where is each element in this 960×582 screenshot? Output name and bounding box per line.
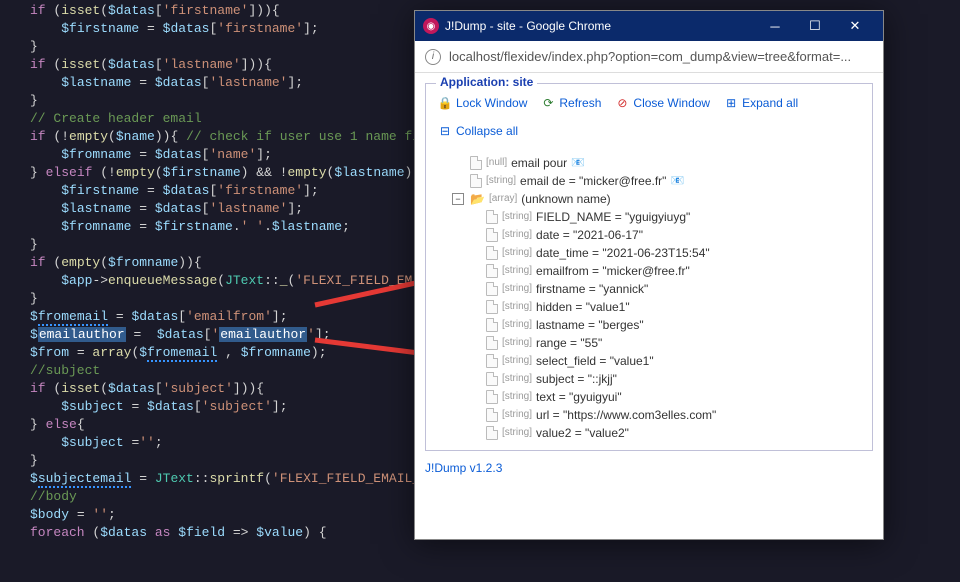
dump-toolbar: 🔒Lock Window ⟳Refresh ⊘Close Window ⊞Exp… <box>434 92 864 148</box>
file-icon <box>486 300 498 314</box>
file-icon <box>470 156 482 170</box>
tree-children: [string]FIELD_NAME = "yguigyiuyg"[string… <box>452 208 864 442</box>
version-link[interactable]: J!Dump v1.2.3 <box>425 461 873 475</box>
lock-window-link[interactable]: 🔒Lock Window <box>438 96 527 110</box>
collapse-icon: ⊟ <box>438 124 452 138</box>
file-icon <box>486 264 498 278</box>
refresh-link[interactable]: ⟳Refresh <box>541 96 601 110</box>
tree-node-string[interactable]: [string]select_field = "value1" <box>486 352 864 370</box>
close-window-link[interactable]: ⊘Close Window <box>615 96 710 110</box>
file-icon <box>486 390 498 404</box>
envelope-icon: 📧 <box>670 172 684 190</box>
file-icon <box>486 354 498 368</box>
file-icon <box>486 210 498 224</box>
tree-node-string[interactable]: [string] email de = "micker@free.fr" 📧 <box>452 172 864 190</box>
tree-node-string[interactable]: [string]subject = "::jkjj" <box>486 370 864 388</box>
tree-node-string[interactable]: [string]url = "https://www.com3elles.com… <box>486 406 864 424</box>
tree-node-string[interactable]: [string]hidden = "value1" <box>486 298 864 316</box>
close-button[interactable]: ✕ <box>835 18 875 34</box>
tree-node-null[interactable]: [null] email pour 📧 <box>452 154 864 172</box>
file-icon <box>486 408 498 422</box>
expand-icon: ⊞ <box>724 96 738 110</box>
file-icon <box>486 426 498 440</box>
tree-node-string[interactable]: [string]range = "55" <box>486 334 864 352</box>
jdump-popup-window: ◉ J!Dump - site - Google Chrome ─ ☐ ✕ i … <box>414 10 884 540</box>
close-icon: ⊘ <box>615 96 629 110</box>
tree-node-string[interactable]: [string]FIELD_NAME = "yguigyiuyg" <box>486 208 864 226</box>
envelope-icon: 📧 <box>571 154 585 172</box>
dump-tree: [null] email pour 📧 [string] email de = … <box>434 154 864 442</box>
app-icon: ◉ <box>423 18 439 34</box>
info-icon[interactable]: i <box>425 49 441 65</box>
url-text: localhost/flexidev/index.php?option=com_… <box>449 49 851 64</box>
window-title: J!Dump - site - Google Chrome <box>445 19 755 33</box>
expand-all-link[interactable]: ⊞Expand all <box>724 96 798 110</box>
collapse-all-link[interactable]: ⊟Collapse all <box>438 124 518 138</box>
file-icon <box>486 228 498 242</box>
maximize-button[interactable]: ☐ <box>795 18 835 34</box>
collapse-toggle-icon[interactable]: − <box>452 193 464 205</box>
tree-node-string[interactable]: [string]lastname = "berges" <box>486 316 864 334</box>
tree-node-string[interactable]: [string]firstname = "yannick" <box>486 280 864 298</box>
tree-node-string[interactable]: [string]date = "2021-06-17" <box>486 226 864 244</box>
file-icon <box>486 336 498 350</box>
tree-node-string[interactable]: [string]value2 = "value2" <box>486 424 864 442</box>
fieldset-legend: Application: site <box>436 75 537 89</box>
tree-node-array[interactable]: − 📂 [array] (unknown name) <box>452 190 864 208</box>
file-icon <box>486 282 498 296</box>
tree-node-string[interactable]: [string]date_time = "2021-06-23T15:54" <box>486 244 864 262</box>
minimize-button[interactable]: ─ <box>755 19 795 34</box>
refresh-icon: ⟳ <box>541 96 555 110</box>
tree-node-string[interactable]: [string]text = "gyuigyui" <box>486 388 864 406</box>
folder-icon: 📂 <box>470 190 485 208</box>
tree-node-string[interactable]: [string]emailfrom = "micker@free.fr" <box>486 262 864 280</box>
window-titlebar: ◉ J!Dump - site - Google Chrome ─ ☐ ✕ <box>415 11 883 41</box>
popup-content: Application: site 🔒Lock Window ⟳Refresh … <box>415 73 883 539</box>
browser-addressbar[interactable]: i localhost/flexidev/index.php?option=co… <box>415 41 883 73</box>
file-icon <box>486 372 498 386</box>
file-icon <box>470 174 482 188</box>
lock-icon: 🔒 <box>438 96 452 110</box>
file-icon <box>486 246 498 260</box>
file-icon <box>486 318 498 332</box>
